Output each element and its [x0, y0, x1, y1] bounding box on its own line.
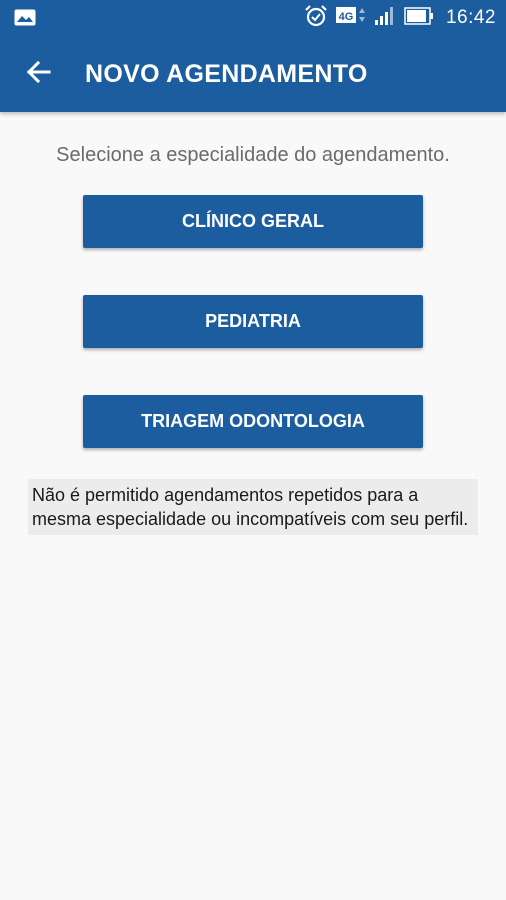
status-time: 16:42	[445, 7, 496, 28]
network-4g-icon: 4G	[335, 5, 366, 32]
signal-icon	[374, 6, 396, 31]
gallery-icon	[14, 9, 36, 26]
arrow-left-icon	[25, 59, 51, 90]
back-button[interactable]	[18, 54, 58, 94]
status-bar: 4G 16:42	[0, 0, 506, 36]
instruction-text: Selecione a especialidade do agendamento…	[56, 144, 450, 166]
network-type-label: 4G	[339, 11, 354, 23]
alarm-icon	[304, 4, 328, 33]
specialty-button-triagem-odontologia[interactable]: TRIAGEM ODONTOLOGIA	[83, 395, 423, 448]
app-bar: NOVO AGENDAMENTO	[0, 36, 506, 112]
specialty-button-clinico-geral[interactable]: CLÍNICO GERAL	[83, 195, 423, 248]
page-title: NOVO AGENDAMENTO	[85, 60, 368, 88]
notice-message: Não é permitido agendamentos repetidos p…	[28, 479, 478, 535]
status-icons: 4G 16:42	[304, 0, 496, 36]
battery-icon	[404, 6, 434, 30]
specialty-button-pediatria[interactable]: PEDIATRIA	[83, 295, 423, 348]
